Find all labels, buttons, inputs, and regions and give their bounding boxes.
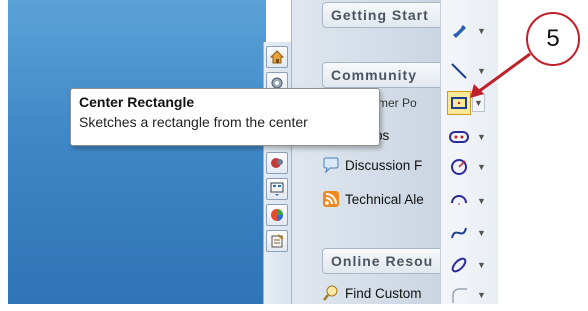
- callout-pointer-arrow: [470, 52, 531, 98]
- callout-number-badge: 5: [526, 12, 580, 66]
